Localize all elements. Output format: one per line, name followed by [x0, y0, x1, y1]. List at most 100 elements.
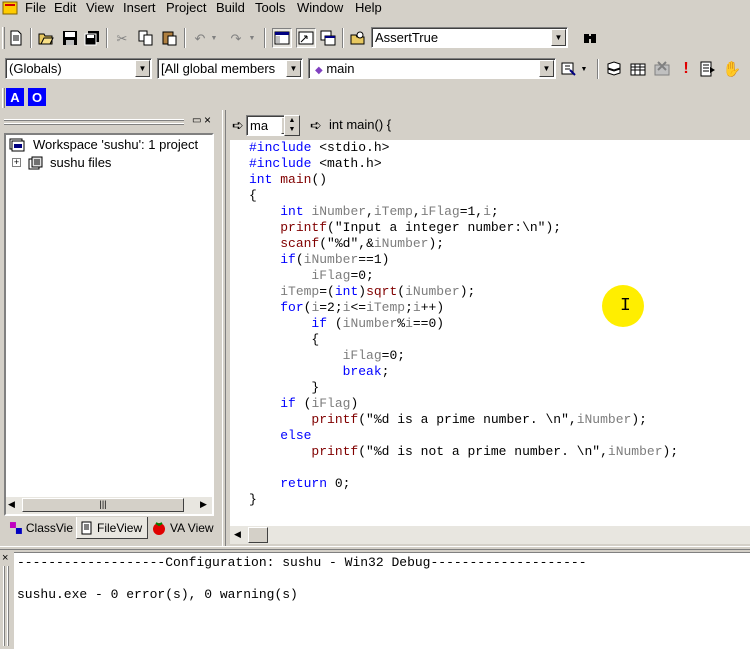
pane-close-icon[interactable]: × [204, 113, 211, 127]
code-line[interactable]: if (iFlag) [249, 396, 358, 412]
pane-grip[interactable] [3, 566, 5, 646]
window-list-icon[interactable] [318, 28, 338, 48]
code-line[interactable]: iTemp=(int)sqrt(iNumber); [249, 284, 475, 300]
code-line[interactable]: break; [249, 364, 390, 380]
spin-button[interactable]: ▲ ▼ [284, 115, 300, 136]
va-button-a[interactable]: A [6, 88, 24, 106]
code-line[interactable]: iFlag=0; [249, 268, 373, 284]
copy-icon[interactable] [136, 28, 156, 48]
member-combo-content: ◆ main [315, 61, 355, 76]
class-combo[interactable]: (Globals) ▼ [5, 58, 152, 79]
tab-fileview[interactable]: FileView [76, 517, 148, 539]
code-line[interactable]: { [249, 332, 319, 348]
workspace-label: Workspace 'sushu': 1 project [33, 137, 199, 152]
horizontal-splitter[interactable] [0, 546, 750, 550]
pane-grip[interactable] [7, 566, 9, 646]
code-line[interactable]: } [249, 380, 319, 396]
chevron-down-icon[interactable]: ▼ [551, 29, 566, 46]
code-line[interactable]: scanf("%d",&iNumber); [249, 236, 444, 252]
redo-dropdown-icon[interactable]: ▼ [246, 28, 258, 48]
workspace-hscrollbar[interactable]: ◀ ||| ▶ [6, 497, 212, 514]
chevron-down-icon[interactable]: ▼ [539, 60, 554, 77]
wizard-action-icon[interactable] [559, 59, 579, 79]
code-line[interactable]: if (iNumber%i==0) [249, 316, 444, 332]
filter-combo[interactable]: [All global members ▼ [157, 58, 303, 79]
go-debug-icon[interactable] [698, 59, 718, 79]
menu-tools[interactable]: Tools [255, 0, 285, 16]
find-in-files-icon[interactable] [348, 28, 368, 48]
chevron-down-icon[interactable]: ▼ [286, 60, 301, 77]
workspace-toggle-icon[interactable] [272, 28, 292, 48]
code-line[interactable]: int main() [249, 172, 327, 188]
code-line[interactable]: return 0; [249, 476, 350, 492]
stop-build-icon[interactable] [652, 59, 672, 79]
code-line[interactable]: if(iNumber==1) [249, 252, 389, 268]
code-line[interactable]: { [249, 188, 257, 204]
wizard-action-dropdown-icon[interactable]: ▼ [578, 59, 590, 79]
tab-classview[interactable]: ClassVie [6, 517, 76, 539]
pane-close-icon[interactable]: × [2, 552, 8, 564]
code-line[interactable]: printf("%d is not a prime number. \n",iN… [249, 444, 678, 460]
redo-icon[interactable]: ↷ [226, 28, 246, 48]
code-line[interactable]: else [249, 428, 311, 444]
wizard-bar: (Globals) ▼ [All global members ▼ ◆ main… [0, 55, 750, 83]
undo-icon[interactable]: ↶ [190, 28, 210, 48]
expand-icon[interactable]: + [12, 158, 21, 167]
code-line[interactable]: iFlag=0; [249, 348, 405, 364]
tab-vaview[interactable]: VA View [148, 517, 222, 539]
new-file-icon[interactable] [6, 28, 26, 48]
output-toggle-icon[interactable] [296, 28, 316, 48]
tree-item-project[interactable]: sushu files [26, 155, 206, 171]
scroll-right-icon[interactable]: ▶ [200, 499, 207, 510]
editor-hscrollbar[interactable]: ◀ [230, 526, 750, 544]
code-line[interactable]: #include <math.h> [249, 156, 382, 172]
menu-build[interactable]: Build [216, 0, 245, 16]
scroll-left-icon[interactable]: ◀ [234, 529, 241, 540]
scroll-thumb[interactable]: ||| [22, 498, 184, 512]
cut-icon[interactable]: ✂ [112, 28, 132, 48]
pane-grip[interactable] [4, 123, 184, 125]
undo-dropdown-icon[interactable]: ▼ [208, 28, 220, 48]
code-line[interactable]: #include <stdio.h> [249, 140, 389, 156]
scroll-thumb[interactable] [248, 527, 268, 543]
code-editor[interactable]: #include <stdio.h> #include <math.h> int m… [230, 140, 750, 526]
execute-icon[interactable]: ! [676, 59, 696, 79]
tree-root[interactable]: Workspace 'sushu': 1 project [9, 137, 209, 153]
toolbar-grip[interactable] [2, 88, 5, 108]
menu-project[interactable]: Project [166, 0, 206, 16]
menu-window[interactable]: Window [297, 0, 343, 16]
filter-combo-value: [All global members [161, 61, 276, 76]
save-all-icon[interactable] [82, 28, 102, 48]
function-nav[interactable]: int main() { [326, 115, 516, 136]
breakpoint-hand-icon[interactable]: ✋ [722, 59, 742, 79]
find-binoculars-icon[interactable] [580, 28, 600, 48]
find-combo[interactable]: AssertTrue ▼ [371, 27, 568, 48]
function-diamond-icon: ◆ [315, 65, 323, 76]
save-icon[interactable] [60, 28, 80, 48]
pane-grip[interactable] [4, 119, 184, 121]
open-folder-icon[interactable] [36, 28, 56, 48]
scroll-left-icon[interactable]: ◀ [8, 499, 15, 510]
menu-file[interactable]: File [25, 0, 46, 16]
chevron-down-icon[interactable]: ▼ [135, 60, 150, 77]
menu-insert[interactable]: Insert [123, 0, 156, 16]
code-line[interactable]: for(i=2;i<=iTemp;i++) [249, 300, 444, 316]
output-pane[interactable]: -------------------Configuration: sushu … [14, 552, 750, 649]
vertical-splitter[interactable] [222, 110, 226, 546]
code-line[interactable]: int iNumber,iTemp,iFlag=1,i; [249, 204, 499, 220]
menu-view[interactable]: View [86, 0, 114, 16]
tab-label: FileView [97, 520, 143, 535]
build-icon[interactable] [628, 59, 648, 79]
paste-icon[interactable] [160, 28, 180, 48]
menu-help[interactable]: Help [355, 0, 382, 16]
member-combo[interactable]: ◆ main ▼ [308, 58, 556, 79]
va-button-o[interactable]: O [28, 88, 46, 106]
toolbar-grip[interactable] [2, 27, 5, 49]
menu-edit[interactable]: Edit [54, 0, 76, 16]
compile-icon[interactable] [604, 59, 624, 79]
code-line[interactable]: printf("Input a integer number:\n"); [249, 220, 561, 236]
code-line[interactable]: printf("%d is a prime number. \n",iNumbe… [249, 412, 647, 428]
workspace-pane-header: ▭ × [0, 113, 222, 130]
pane-restore-icon[interactable]: ▭ [192, 115, 201, 126]
code-line[interactable]: } [249, 492, 257, 508]
